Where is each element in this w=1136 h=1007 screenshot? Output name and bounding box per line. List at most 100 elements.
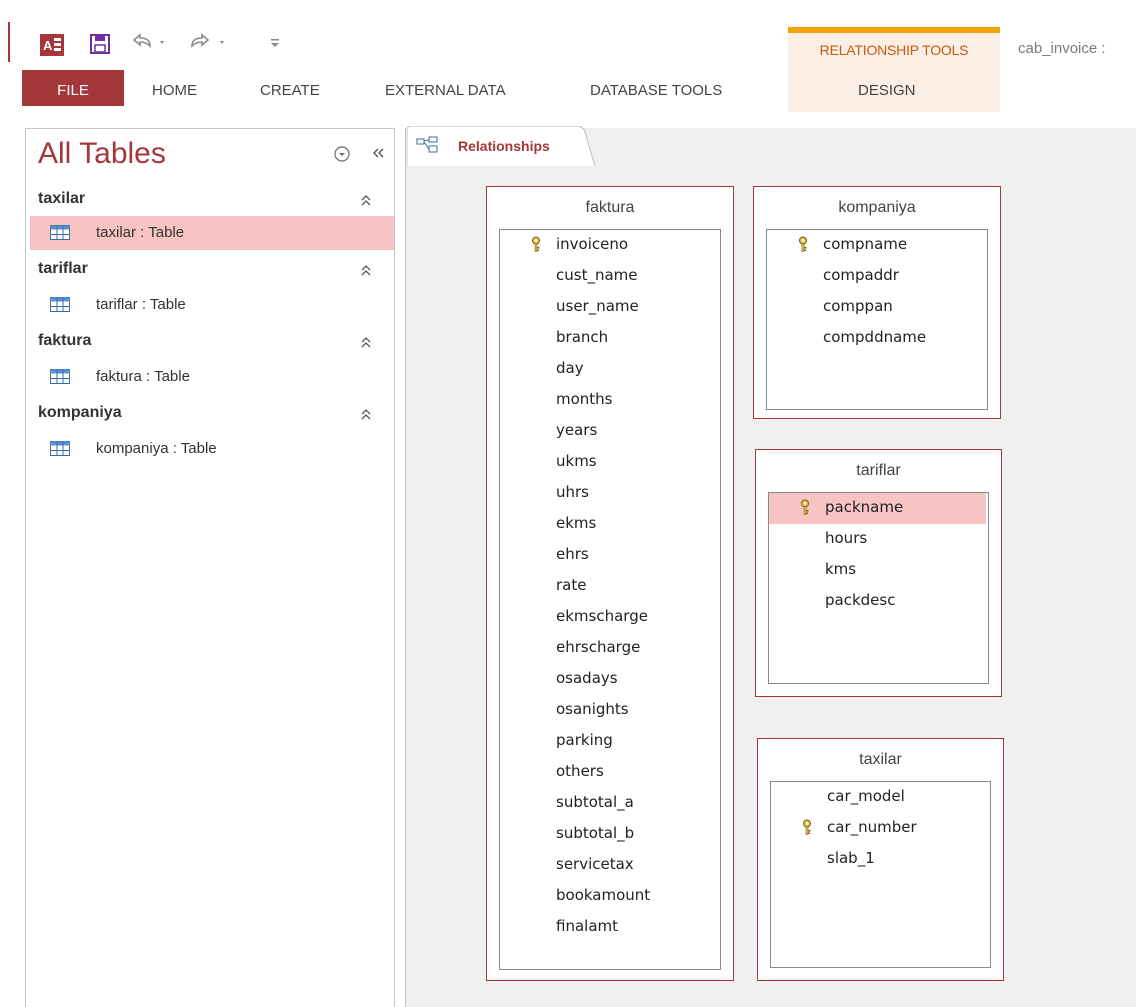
tab-relationships[interactable]: Relationships [458, 138, 550, 154]
svg-text:A: A [43, 38, 53, 53]
field-name: ukms [556, 452, 597, 470]
tab-file[interactable]: FILE [22, 70, 124, 106]
field-name: rate [556, 576, 587, 594]
tab-database-tools[interactable]: DATABASE TOOLS [590, 70, 722, 106]
field-row[interactable]: osanights [500, 695, 718, 726]
field-row[interactable]: kms [769, 555, 986, 586]
nav-collapse-icon[interactable] [370, 145, 386, 161]
field-row[interactable]: years [500, 416, 718, 447]
field-row[interactable]: branch [500, 323, 718, 354]
field-row[interactable]: day [500, 354, 718, 385]
redo-icon[interactable] [190, 32, 230, 52]
field-row[interactable]: subtotal_b [500, 819, 718, 850]
chevron-up-icon[interactable] [359, 335, 373, 349]
primary-key-icon [801, 499, 809, 515]
field-name: user_name [556, 297, 639, 315]
chevron-up-icon[interactable] [359, 407, 373, 421]
table-title: kompaniya [838, 199, 916, 216]
chevron-up-icon[interactable] [359, 193, 373, 207]
tab-design[interactable]: DESIGN [858, 70, 916, 106]
field-row[interactable]: ekms [500, 509, 718, 540]
field-row[interactable]: invoiceno [500, 230, 718, 261]
field-row[interactable]: ekmscharge [500, 602, 718, 633]
access-logo-icon: A [40, 34, 64, 56]
field-row[interactable]: ehrs [500, 540, 718, 571]
field-row[interactable]: compaddr [767, 261, 985, 292]
field-name: others [556, 762, 604, 780]
field-row[interactable]: bookamount [500, 881, 718, 912]
field-row[interactable]: ehrscharge [500, 633, 718, 664]
field-name: bookamount [556, 886, 651, 904]
nav-menu-dropdown-icon[interactable] [334, 146, 350, 162]
table-icon [50, 225, 70, 240]
nav-item-label: faktura : Table [96, 368, 190, 385]
undo-icon[interactable] [130, 32, 170, 52]
customize-toolbar-icon[interactable] [268, 36, 282, 50]
nav-group-faktura[interactable]: faktura [26, 329, 394, 355]
field-row[interactable]: slab_1 [771, 844, 988, 875]
field-row[interactable]: cust_name [500, 261, 718, 292]
navigation-pane: All Tables taxilar taxilar : Table tarif… [25, 128, 395, 1007]
field-row[interactable]: car_number [771, 813, 988, 844]
field-row[interactable]: parking [500, 726, 718, 757]
field-row[interactable]: comppan [767, 292, 985, 323]
field-row[interactable]: subtotal_a [500, 788, 718, 819]
tab-create[interactable]: CREATE [260, 70, 320, 106]
nav-item-faktura-table[interactable]: faktura : Table [30, 360, 394, 394]
nav-item-tariflar-table[interactable]: tariflar : Table [30, 288, 394, 322]
field-row[interactable]: hours [769, 524, 986, 555]
field-row[interactable]: months [500, 385, 718, 416]
nav-group-taxilar[interactable]: taxilar [26, 187, 394, 213]
table-icon [50, 441, 70, 456]
field-row[interactable]: car_model [771, 782, 988, 813]
nav-group-tariflar[interactable]: tariflar [26, 257, 394, 283]
field-row[interactable]: finalamt [500, 912, 718, 943]
nav-item-taxilar-table[interactable]: taxilar : Table [30, 216, 394, 250]
field-name: finalamt [556, 917, 618, 935]
field-row[interactable]: osadays [500, 664, 718, 695]
nav-group-label: taxilar [38, 190, 86, 207]
table-box-tariflar[interactable]: tariflar packname hours kms packdesc [755, 449, 1002, 697]
field-name: compname [823, 235, 908, 253]
save-icon[interactable] [90, 34, 110, 54]
field-name: branch [556, 328, 609, 346]
field-row[interactable]: rate [500, 571, 718, 602]
field-list[interactable]: compname compaddr comppan compddname [766, 229, 988, 410]
nav-pane-title[interactable]: All Tables [38, 137, 166, 171]
nav-group-label: kompaniya [38, 404, 122, 421]
field-name: years [556, 421, 598, 439]
nav-item-label: kompaniya : Table [96, 440, 217, 457]
nav-group-kompaniya[interactable]: kompaniya [26, 401, 394, 427]
field-list[interactable]: packname hours kms packdesc [768, 492, 989, 684]
field-row[interactable]: ukms [500, 447, 718, 478]
field-name: slab_1 [827, 849, 875, 867]
field-row[interactable]: packdesc [769, 586, 986, 617]
chevron-up-icon[interactable] [359, 263, 373, 277]
table-title: taxilar [859, 751, 902, 768]
tab-external-data[interactable]: EXTERNAL DATA [385, 70, 506, 106]
table-box-taxilar[interactable]: taxilar car_model car_number slab_1 [757, 738, 1004, 981]
field-name: osanights [556, 700, 629, 718]
primary-key-icon [799, 236, 807, 252]
field-name: car_number [827, 818, 917, 836]
field-row[interactable]: servicetax [500, 850, 718, 881]
field-row[interactable]: others [500, 757, 718, 788]
field-row[interactable]: packname [769, 493, 986, 524]
field-list[interactable]: car_model car_number slab_1 [770, 781, 991, 968]
field-row[interactable]: uhrs [500, 478, 718, 509]
tab-home[interactable]: HOME [152, 70, 197, 106]
table-box-kompaniya[interactable]: kompaniya compname compaddr comppan compddn… [753, 186, 1001, 419]
field-name: packdesc [825, 591, 896, 609]
field-row[interactable]: user_name [500, 292, 718, 323]
field-row[interactable]: compname [767, 230, 985, 261]
field-row[interactable]: compddname [767, 323, 985, 354]
field-list[interactable]: invoiceno cust_name user_namebranch day mont… [499, 229, 721, 970]
field-name: invoiceno [556, 235, 629, 253]
field-name: ehrs [556, 545, 589, 563]
table-box-faktura[interactable]: faktura invoiceno cust_name user_name branc… [486, 186, 734, 981]
table-icon [50, 297, 70, 312]
context-group-title: RELATIONSHIP TOOLS [819, 42, 969, 58]
field-name: compaddr [823, 266, 899, 284]
nav-item-kompaniya-table[interactable]: kompaniya : Table [30, 432, 394, 466]
field-name: car_model [827, 787, 905, 805]
